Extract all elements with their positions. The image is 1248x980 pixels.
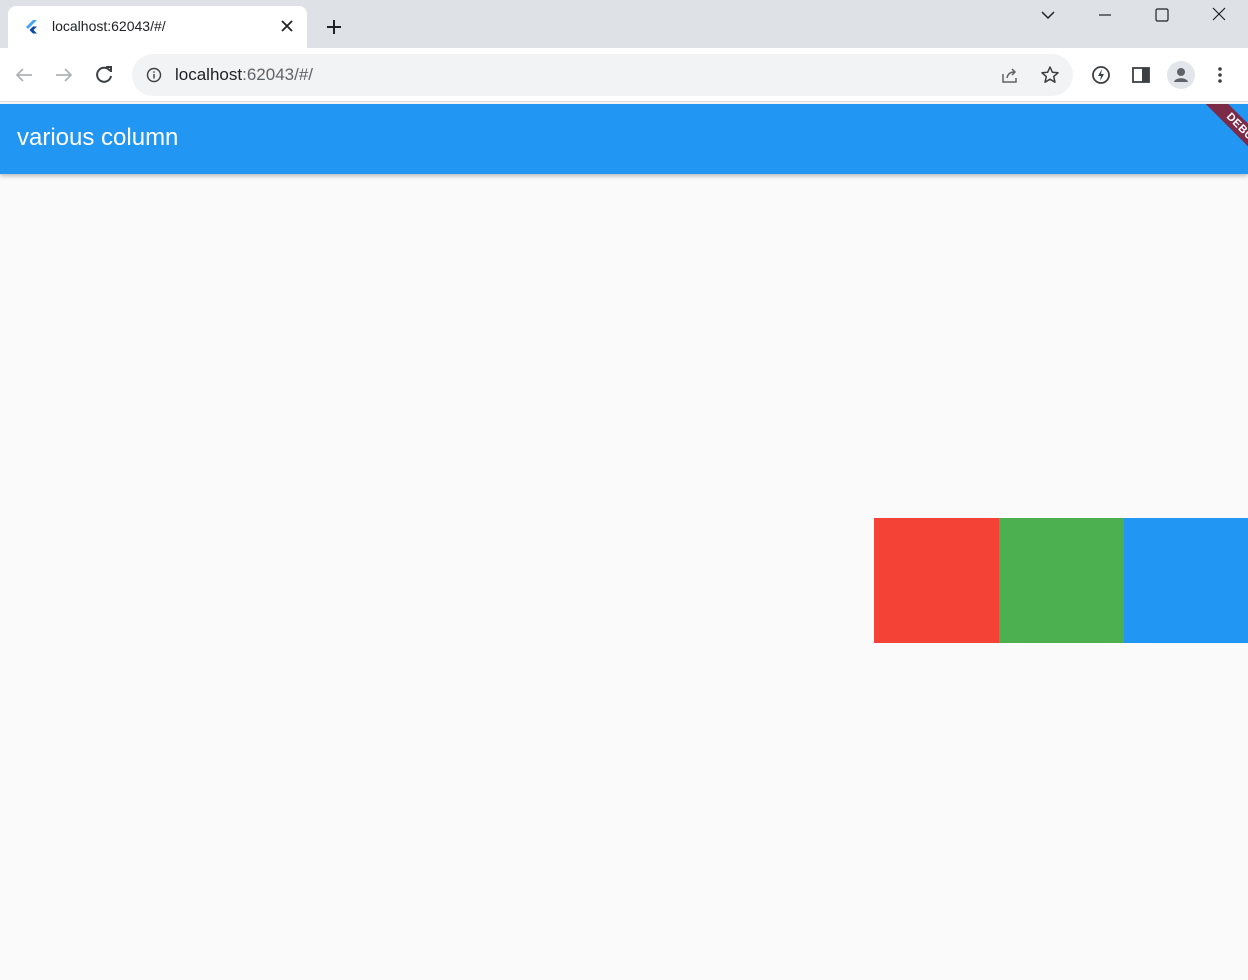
url-path: :62043/#/ <box>242 65 314 84</box>
profile-avatar[interactable] <box>1167 61 1195 89</box>
url-text[interactable]: localhost:62043/#/ <box>175 65 313 85</box>
app-bar: various column DEBUG <box>0 104 1248 174</box>
info-icon[interactable] <box>146 67 162 83</box>
close-tab-icon[interactable] <box>280 19 294 33</box>
person-icon <box>1174 68 1188 82</box>
debug-banner: DEBUG <box>1198 104 1248 174</box>
blue-box <box>1124 518 1248 643</box>
maximize-icon[interactable] <box>1152 6 1172 24</box>
flutter-icon <box>26 20 37 34</box>
back-icon[interactable] <box>13 64 35 86</box>
address-bar[interactable]: localhost:62043/#/ <box>132 54 1073 96</box>
tab-strip: localhost:62043/#/ <box>0 0 1248 48</box>
bookmark-star-icon[interactable] <box>1040 65 1060 85</box>
browser-tab[interactable]: localhost:62043/#/ <box>8 6 307 48</box>
side-panel-icon[interactable] <box>1130 64 1152 86</box>
close-window-icon[interactable] <box>1209 6 1229 24</box>
green-box <box>999 518 1124 643</box>
page-title: various column <box>17 124 179 151</box>
new-tab-icon[interactable] <box>324 17 344 37</box>
menu-dots-icon[interactable] <box>1209 64 1231 86</box>
page-body <box>0 174 1248 980</box>
browser-toolbar: localhost:62043/#/ <box>0 48 1248 102</box>
url-host: localhost <box>175 65 243 84</box>
red-box <box>874 518 999 643</box>
tab-search-icon[interactable] <box>1038 6 1058 24</box>
reload-icon[interactable] <box>93 64 115 86</box>
extensions-icon[interactable] <box>1090 64 1112 86</box>
forward-icon[interactable] <box>53 64 75 86</box>
share-icon[interactable] <box>1000 65 1020 85</box>
tab-title: localhost:62043/#/ <box>52 18 166 34</box>
minimize-icon[interactable] <box>1095 6 1115 24</box>
